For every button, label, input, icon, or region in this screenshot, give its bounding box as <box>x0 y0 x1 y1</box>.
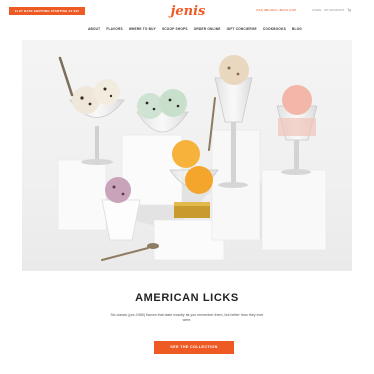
scoop-butter-pecan <box>219 55 249 85</box>
nav-item-cookbooks[interactable]: COOKBOOKS <box>263 26 286 32</box>
scoop-orange <box>172 140 200 168</box>
nav-item-flavors[interactable]: FLAVORS <box>106 26 122 32</box>
glass-stem <box>231 122 236 182</box>
nav-item-about[interactable]: ABOUT <box>88 26 100 32</box>
nav-item-blog[interactable]: BLOG <box>292 26 302 32</box>
hero-image[interactable] <box>22 40 352 271</box>
glass-stem <box>294 140 299 170</box>
spoon <box>58 56 74 97</box>
scoop-mint-chip <box>159 89 187 117</box>
glass-foot <box>281 169 311 175</box>
scoop-cookies-cream <box>94 79 120 105</box>
nav-item-gift-concierge[interactable]: GIFT CONCIERGE <box>227 26 257 32</box>
glass-foot <box>218 182 248 188</box>
main-nav: ABOUT FLAVORS WHERE TO BUY SCOOP SHOPS O… <box>88 26 302 32</box>
nav-item-order-online[interactable]: ORDER ONLINE <box>194 26 221 32</box>
top-bar: FLAT RATE SHIPPING STARTING AT $15 jenis… <box>0 0 374 40</box>
scoop-black-raspberry <box>105 177 131 203</box>
jenis-logo[interactable]: jenis <box>168 2 208 22</box>
cup <box>101 199 141 241</box>
scoop-mint-chip <box>137 93 163 119</box>
pedestal <box>57 159 107 231</box>
nav-item-scoop-shops[interactable]: SCOOP SHOPS <box>162 26 188 32</box>
phone-link[interactable]: (614) 488-3224 / JENI'S.COM <box>256 7 312 13</box>
glass-stem <box>95 126 99 160</box>
see-the-collection-button[interactable]: SEE THE COLLECTION <box>154 341 234 354</box>
my-account-link[interactable]: MY ACCOUNT <box>324 7 344 13</box>
login-link[interactable]: LOGIN <box>312 7 321 13</box>
scoop-orange <box>185 166 213 194</box>
glass-foot <box>81 159 113 165</box>
scoop-strawberry <box>282 85 312 115</box>
pedestal <box>261 169 327 251</box>
spoon <box>101 247 149 261</box>
ice-cream-illustration <box>57 55 327 261</box>
utility-links: LOGIN MY ACCOUNT <box>312 7 352 13</box>
spoon-bowl <box>147 243 159 249</box>
shipping-promo-banner[interactable]: FLAT RATE SHIPPING STARTING AT $15 <box>9 7 85 15</box>
nav-item-where-to-buy[interactable]: WHERE TO BUY <box>129 26 156 32</box>
cart-icon[interactable] <box>347 8 352 12</box>
section-description: Six classic (pre-1980) flavors that tast… <box>110 313 264 322</box>
section-title: AMERICAN LICKS <box>135 292 239 304</box>
